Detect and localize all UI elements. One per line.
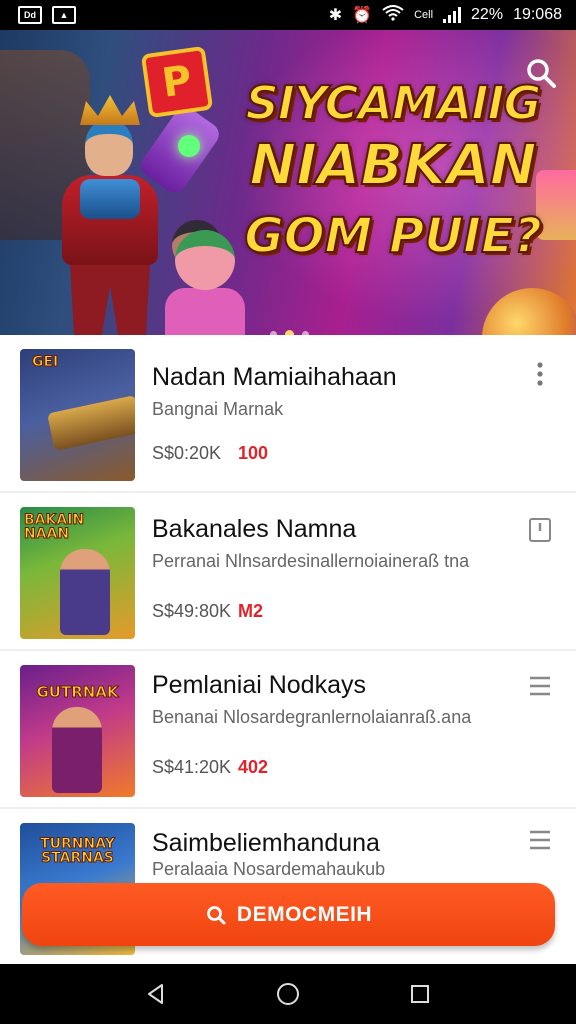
game-thumbnail[interactable]: GUTRNAK [20,665,135,797]
signal-icon [443,7,462,23]
game-subtitle: Benanai Nlosardegranlernolaianraß.ana [152,707,472,727]
status-bar: Dd ▲ ✱ ⏰ Cell 22% 19:068 [0,0,576,30]
thumbnail-character [60,549,110,635]
home-icon[interactable] [273,979,303,1009]
list-icon[interactable] [528,827,552,857]
bookmark-icon[interactable] [528,517,552,547]
game-price: S$41:20K [152,757,232,777]
thumbnail-caption: TURNNAY STARNAS [40,836,116,866]
game-subtitle: Perranai Nlnsardesinallernoiaineraß tna [152,551,470,571]
list-item[interactable]: GUTRNAK Pemlaniai Nodkays Benanai Nlosar… [0,651,576,809]
status-right: ✱ ⏰ Cell 22% 19:068 [328,4,562,26]
game-list: GEI Nadan Mamiaihahaan Bangnai Marnak S$… [0,335,576,967]
recents-icon[interactable] [405,979,435,1009]
thumbnail-gun [47,395,135,451]
game-badge: 402 [238,757,269,777]
search-icon [205,904,227,926]
list-item[interactable]: GEI Nadan Mamiaihahaan Bangnai Marnak S$… [0,335,576,493]
game-badge: M2 [238,601,264,621]
thumbnail-caption: GUTRNAK [36,683,119,701]
game-price: S$0:20K [152,443,222,463]
hero-title-line-1: SIYCAMAIIG [245,76,543,130]
hero-banner[interactable]: P SIYCAMAIIG NIABKAN GOM PUIE? [0,30,576,335]
game-badge: 100 [238,443,269,463]
status-left: Dd ▲ [18,6,76,24]
list-icon[interactable] [528,673,552,703]
game-title[interactable]: Saimbeliemhanduna [152,829,380,858]
hero-title-line-2: NIABKAN [248,132,537,198]
thumbnail-caption: BAKAIN NAAN [24,512,85,542]
alarm-icon: ⏰ [352,7,373,24]
battery-text: 22% [471,6,504,23]
wifi-icon [382,4,404,26]
primary-action-button[interactable]: DEMOCMEIH [22,883,555,946]
game-subtitle: Peralaaia Nosardemahaukub [152,859,386,879]
list-item[interactable]: BAKAIN NAAN Bakanales Namna Perranai Nln… [0,493,576,651]
hero-blaster-glow [178,135,200,157]
thumbnail-caption: GEI [32,354,59,370]
hero-logo: P [140,45,214,119]
bluetooth-icon: ✱ [328,7,343,24]
primary-action-label: DEMOCMEIH [236,902,373,926]
game-subtitle: Bangnai Marnak [152,399,284,419]
game-thumbnail[interactable]: GEI [20,349,135,481]
clock: 19:068 [513,6,562,23]
game-title[interactable]: Bakanales Namna [152,515,356,544]
game-thumbnail[interactable]: BAKAIN NAAN [20,507,135,639]
game-title[interactable]: Pemlaniai Nodkays [152,671,366,700]
thumbnail-character [52,707,102,793]
game-title[interactable]: Nadan Mamiaihahaan [152,363,397,392]
carrier-text: Cell [414,9,434,21]
navigation-bar [0,964,576,1024]
hero-kid-character [160,230,250,335]
more-vert-icon[interactable] [528,359,552,389]
back-icon[interactable] [141,979,171,1009]
hero-character [40,95,180,335]
image-icon: ▲ [52,6,76,24]
game-price: S$49:80K [152,601,232,621]
search-icon[interactable] [524,56,558,90]
hero-title: SIYCAMAIIG NIABKAN GOM PUIE? [238,76,548,265]
hero-title-line-3: GOM PUIE? [243,208,542,265]
notification-icon: Dd [18,6,42,24]
